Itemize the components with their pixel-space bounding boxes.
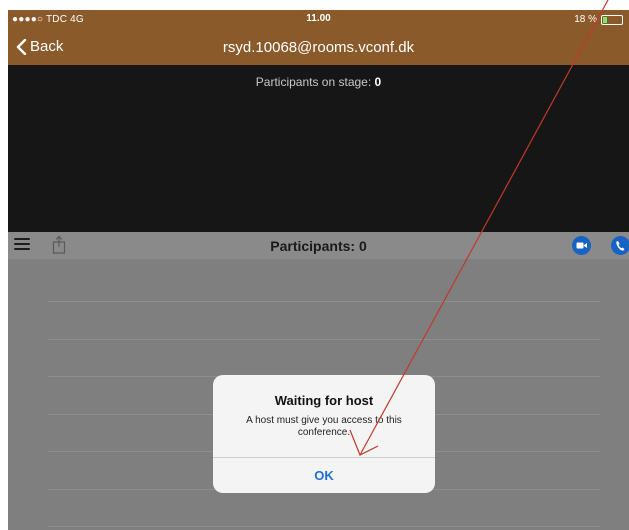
participants-count-title: Participants: 0 bbox=[270, 238, 367, 254]
battery-indicator: 18 % bbox=[574, 14, 623, 25]
phone-icon[interactable] bbox=[611, 236, 629, 255]
app-screen: ●●●●○ TDC 4G 11.00 18 % Back rsyd.10068@… bbox=[8, 10, 629, 530]
clock: 11.00 bbox=[306, 13, 331, 24]
battery-icon bbox=[601, 14, 623, 25]
alert-ok-button[interactable]: OK bbox=[213, 458, 435, 493]
status-bar: ●●●●○ TDC 4G 11.00 18 % bbox=[8, 10, 629, 30]
stage-area: Participants on stage: 0 bbox=[8, 65, 629, 232]
list-separator bbox=[48, 339, 600, 340]
list-separator bbox=[48, 301, 600, 302]
alert-message: A host must give you access to this conf… bbox=[246, 415, 402, 438]
list-separator bbox=[48, 526, 600, 527]
battery-percent: 18 % bbox=[574, 14, 597, 25]
navigation-bar: Back rsyd.10068@rooms.vconf.dk bbox=[8, 30, 629, 65]
video-icon[interactable] bbox=[572, 236, 591, 255]
participants-toolbar: Participants: 0 bbox=[8, 232, 629, 259]
stage-label-text: Participants on stage: bbox=[255, 75, 372, 89]
stage-participants-label: Participants on stage: 0 bbox=[8, 75, 629, 89]
stage-count: 0 bbox=[374, 75, 382, 89]
alert-title: Waiting for host bbox=[274, 393, 374, 408]
room-address-title: rsyd.10068@rooms.vconf.dk bbox=[222, 39, 415, 56]
waiting-for-host-alert: Waiting for host A host must give you ac… bbox=[213, 375, 435, 493]
